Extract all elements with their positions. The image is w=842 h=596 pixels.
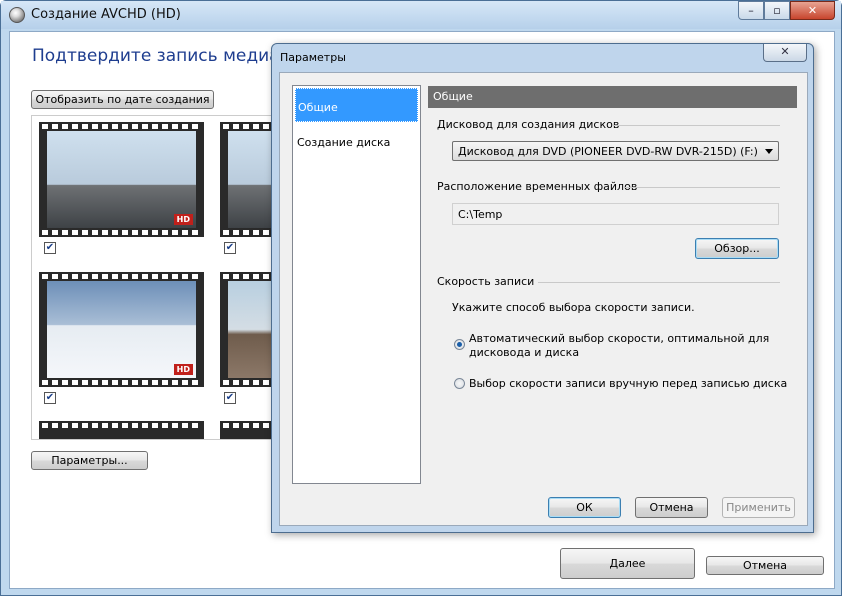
speed-label: Скорость записи xyxy=(437,275,535,288)
thumbnail-image: HD xyxy=(47,131,196,228)
dialog-body: Общие Создание диска Общие Дисковод для … xyxy=(279,72,808,526)
thumbnail-image: HD xyxy=(47,281,196,378)
radio-manual-label[interactable]: Выбор скорости записи вручную перед запи… xyxy=(469,377,787,390)
title-bar[interactable]: Создание AVCHD (HD) – ▫ ✕ xyxy=(1,1,841,29)
radio-auto-label[interactable]: Автоматический выбор скорости, оптимальн… xyxy=(469,332,769,360)
maximize-button[interactable]: ▫ xyxy=(764,1,790,20)
dialog-title: Параметры xyxy=(280,51,346,64)
radio-manual-speed[interactable] xyxy=(454,378,465,389)
apply-button[interactable]: Применить xyxy=(722,497,795,518)
video-thumbnail[interactable] xyxy=(39,421,204,439)
divider xyxy=(625,187,780,188)
cancel-button[interactable]: Отмена xyxy=(706,556,824,575)
parameters-dialog: Параметры ✕ Общие Создание диска Общие Д… xyxy=(271,43,814,533)
ok-button[interactable]: ОК xyxy=(548,497,621,518)
dialog-cancel-button[interactable]: Отмена xyxy=(635,497,708,518)
dialog-close-button[interactable]: ✕ xyxy=(763,44,807,62)
drive-label: Дисковод для создания дисков xyxy=(437,118,620,131)
thumbnail-checkbox[interactable]: ✔ xyxy=(224,242,236,254)
speed-hint: Укажите способ выбора скорости записи. xyxy=(452,301,695,314)
thumbnail-checkbox[interactable]: ✔ xyxy=(44,242,56,254)
video-thumbnail[interactable]: HD xyxy=(39,122,204,237)
next-button[interactable]: Далее xyxy=(560,548,695,579)
temp-path-field: C:\Temp xyxy=(452,203,779,225)
thumbnail-list[interactable]: HD ✔ ✔ HD ✔ ✔ xyxy=(31,115,281,440)
drive-select[interactable]: Дисковод для DVD (PIONEER DVD-RW DVR-215… xyxy=(452,141,779,161)
settings-nav: Общие Создание диска xyxy=(292,85,421,484)
browse-button[interactable]: Обзор... xyxy=(695,238,779,259)
hd-badge: HD xyxy=(173,364,193,375)
thumbnail-checkbox[interactable]: ✔ xyxy=(224,392,236,404)
radio-auto-speed[interactable] xyxy=(454,339,465,350)
minimize-button[interactable]: – xyxy=(738,1,764,20)
hd-badge: HD xyxy=(173,214,193,225)
section-header: Общие xyxy=(428,86,797,108)
sort-by-date-button[interactable]: Отобразить по дате создания xyxy=(31,90,214,109)
page-title: Подтвердите запись медиафайлов и порядок… xyxy=(32,46,282,66)
divider xyxy=(612,125,780,126)
caption-buttons: – ▫ ✕ xyxy=(738,1,835,20)
nav-item-general[interactable]: Общие xyxy=(295,88,418,122)
divider xyxy=(538,282,780,283)
thumbnail-checkbox[interactable]: ✔ xyxy=(44,392,56,404)
drive-select-value: Дисковод для DVD (PIONEER DVD-RW DVR-215… xyxy=(458,145,758,158)
close-button[interactable]: ✕ xyxy=(790,1,835,20)
temp-location-label: Расположение временных файлов xyxy=(437,180,638,193)
window-title: Создание AVCHD (HD) xyxy=(31,7,181,22)
chevron-down-icon xyxy=(765,149,773,154)
disc-icon xyxy=(9,7,25,23)
radio-auto-label-line1: Автоматический выбор скорости, оптимальн… xyxy=(469,332,770,345)
parameters-button[interactable]: Параметры... xyxy=(31,451,148,470)
nav-item-disc-creation[interactable]: Создание диска xyxy=(295,124,418,158)
radio-auto-label-line2: дисковода и диска xyxy=(469,346,580,359)
video-thumbnail[interactable]: HD xyxy=(39,272,204,387)
